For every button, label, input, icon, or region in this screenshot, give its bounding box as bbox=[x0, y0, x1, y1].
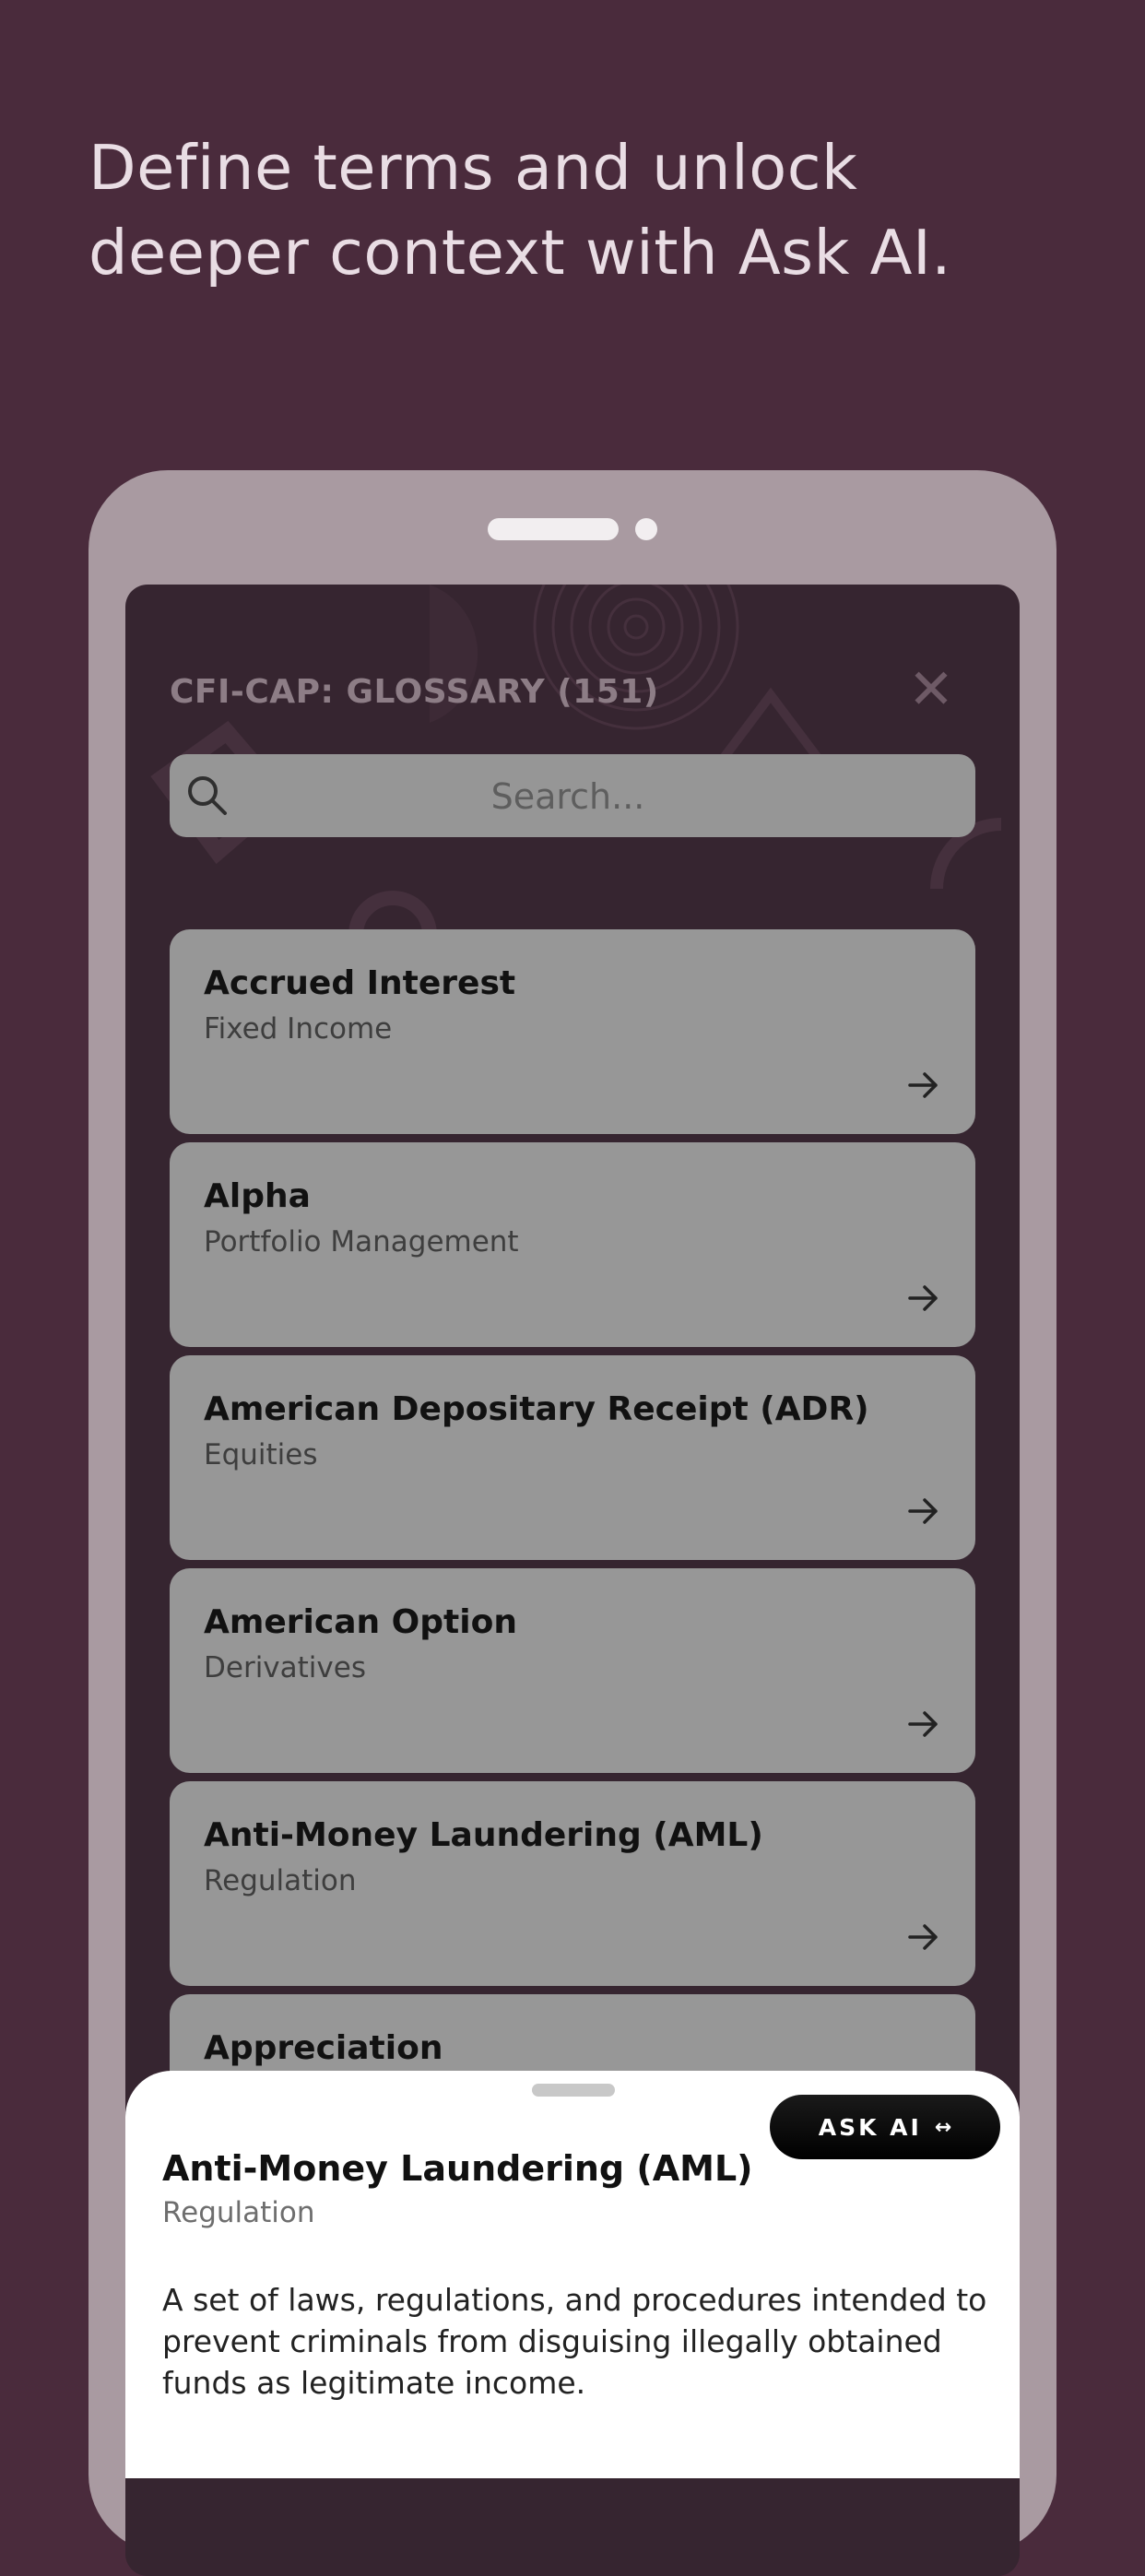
headline: Define terms and unlock deeper context w… bbox=[89, 125, 1066, 295]
arrow-right-icon bbox=[908, 1072, 938, 1098]
term-category: Derivatives bbox=[204, 1651, 366, 1684]
phone-camera bbox=[635, 518, 657, 540]
term-card-alpha[interactable]: Alpha Portfolio Management bbox=[170, 1142, 975, 1347]
close-button[interactable]: ✕ bbox=[903, 662, 959, 717]
term-title: American Option bbox=[204, 1603, 517, 1641]
headline-line-1: Define terms and unlock bbox=[89, 132, 858, 204]
arrow-right-icon bbox=[908, 1924, 938, 1950]
detail-title: Anti-Money Laundering (AML) bbox=[162, 2148, 753, 2189]
term-detail-sheet: ASK AI ↔ Anti-Money Laundering (AML) Reg… bbox=[125, 2071, 1020, 2478]
term-card-american-depositary-receipt[interactable]: American Depositary Receipt (ADR) Equiti… bbox=[170, 1355, 975, 1560]
ask-ai-label: ASK AI bbox=[818, 2113, 922, 2141]
detail-description: A set of laws, regulations, and procedur… bbox=[162, 2282, 987, 2401]
detail-category: Regulation bbox=[162, 2196, 315, 2229]
term-card-accrued-interest[interactable]: Accrued Interest Fixed Income bbox=[170, 929, 975, 1134]
ask-ai-button[interactable]: ASK AI ↔ bbox=[770, 2095, 1000, 2159]
term-title: Alpha bbox=[204, 1177, 311, 1215]
phone-speaker bbox=[488, 518, 619, 540]
term-category: Regulation bbox=[204, 1864, 357, 1897]
arrow-right-icon bbox=[908, 1285, 938, 1311]
headline-line-2: deeper context with Ask AI. bbox=[89, 217, 952, 289]
search-input[interactable] bbox=[243, 754, 892, 839]
close-icon: ✕ bbox=[907, 657, 955, 722]
search-icon bbox=[188, 776, 227, 815]
arrow-right-icon bbox=[908, 1711, 938, 1737]
term-title: American Depositary Receipt (ADR) bbox=[204, 1390, 869, 1428]
term-category: Equities bbox=[204, 1438, 318, 1471]
term-card-anti-money-laundering[interactable]: Anti-Money Laundering (AML) Regulation bbox=[170, 1781, 975, 1986]
glossary-list: Accrued Interest Fixed Income Alpha Port… bbox=[170, 929, 975, 2207]
term-title: Accrued Interest bbox=[204, 964, 516, 1002]
term-category: Fixed Income bbox=[204, 1012, 393, 1046]
term-card-american-option[interactable]: American Option Derivatives bbox=[170, 1568, 975, 1773]
term-title: Appreciation bbox=[204, 2029, 443, 2067]
arrow-right-icon bbox=[908, 1498, 938, 1524]
term-title: Anti-Money Laundering (AML) bbox=[204, 1816, 763, 1854]
term-category: Portfolio Management bbox=[204, 1225, 519, 1258]
expand-arrows-icon: ↔ bbox=[934, 2115, 952, 2139]
sheet-drag-handle[interactable] bbox=[532, 2084, 615, 2097]
glossary-title: CFI-CAP: GLOSSARY (151) bbox=[170, 673, 659, 711]
search-bar[interactable] bbox=[170, 754, 975, 839]
